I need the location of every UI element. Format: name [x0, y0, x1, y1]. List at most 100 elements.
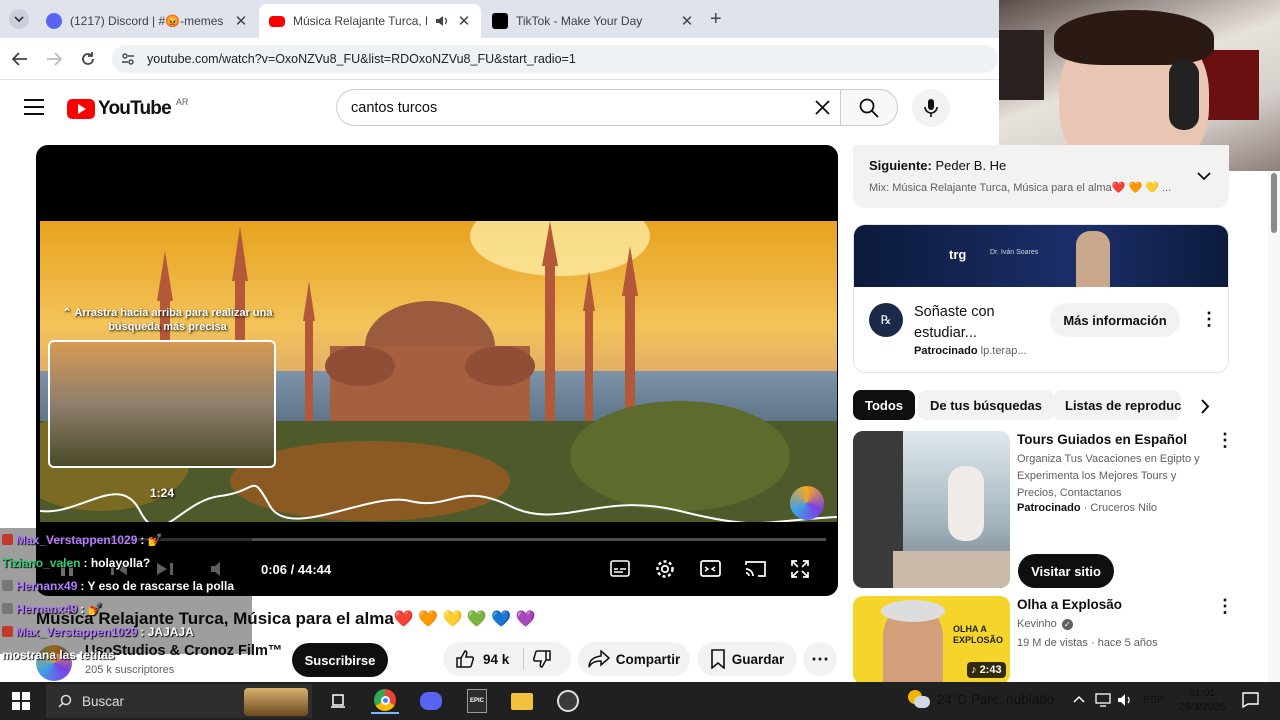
file-explorer-taskbar-icon[interactable] [508, 688, 536, 714]
chat-username: Hernanx49 [16, 601, 78, 616]
fullscreen-icon[interactable] [791, 560, 809, 578]
chrome-taskbar-icon[interactable] [371, 688, 399, 714]
forward-arrow-icon[interactable] [46, 52, 62, 66]
share-button[interactable]: Compartir [578, 642, 690, 676]
search-input[interactable]: cantos turcos [336, 89, 841, 126]
visit-site-button[interactable]: Visitar sitio [1018, 554, 1114, 588]
advertiser-logo-icon[interactable]: ℞ [869, 303, 903, 337]
mix-title: Mix: Música Relajante Turca, Música para… [869, 182, 1172, 194]
task-view-icon[interactable] [324, 688, 352, 714]
ad-card[interactable]: trg Dr. Iván Soares ℞ Soñaste con estudi… [853, 224, 1229, 373]
subscribe-button[interactable]: Suscribirse [292, 643, 388, 677]
video-thumbnail[interactable]: OLHA A EXPLOSÃO ♪ 2:43 [853, 596, 1010, 684]
rec-channel-name: Kevinho [1017, 618, 1057, 630]
close-tab-icon[interactable]: ✕ [680, 12, 694, 30]
ad-title[interactable]: Soñaste con estudiar... [914, 302, 1034, 344]
reload-icon[interactable] [80, 51, 96, 67]
taskbar-search[interactable]: Buscar [46, 684, 312, 718]
scrollbar-thumb[interactable] [1271, 173, 1277, 233]
chat-username: Tiziano_valen [2, 555, 81, 570]
search-icon [58, 694, 72, 708]
next-label: Siguiente: [869, 158, 932, 173]
weather-cloud-icon[interactable] [908, 690, 930, 710]
tab-tiktok[interactable]: TikTok - Make Your Day ✕ [482, 4, 704, 38]
rec-title[interactable]: Tours Guiados en Español [1017, 432, 1187, 447]
chip-all[interactable]: Todos [853, 390, 916, 420]
discord-taskbar-icon[interactable] [417, 688, 445, 714]
cast-icon[interactable] [745, 560, 766, 577]
like-count[interactable]: 94 k [483, 652, 509, 667]
ad-domain: lp.terap... [980, 345, 1027, 357]
clock[interactable]: 01:01 29/3/2026 [1174, 686, 1230, 714]
weather-text[interactable]: 24°C Parc. nublado [937, 692, 1054, 707]
close-tab-icon[interactable]: ✕ [234, 12, 248, 30]
back-arrow-icon[interactable] [12, 52, 28, 66]
thumbs-up-icon[interactable] [455, 649, 475, 669]
settings-gear-icon[interactable] [655, 559, 675, 579]
duration-badge: ♪ 2:43 [967, 662, 1006, 678]
time-display: 0:06 / 44:44 [261, 562, 332, 577]
epic-games-taskbar-icon[interactable]: EPIC [463, 688, 491, 714]
youtube-play-logo-icon [67, 99, 95, 119]
person-figure [948, 466, 984, 541]
rec-menu-icon[interactable]: ⋮ [1216, 430, 1234, 451]
chat-username: Hernanx49 [16, 578, 78, 593]
speaker-figure [1076, 231, 1110, 287]
more-actions-icon[interactable]: ⋯ [803, 642, 837, 676]
site-settings-icon[interactable] [121, 52, 135, 66]
clear-search-icon[interactable] [815, 100, 830, 115]
ad-thumbnail[interactable] [853, 431, 1010, 588]
tab-youtube[interactable]: Música Relajante Turca, Mú ✕ [259, 4, 481, 38]
volume-icon[interactable] [1117, 693, 1133, 707]
chat-username: Max_Verstappen1029 [16, 532, 138, 547]
chevron-right-icon[interactable] [1200, 399, 1210, 414]
language-indicator[interactable]: ESP [1143, 694, 1164, 706]
chevron-down-icon [14, 16, 24, 23]
subtitles-icon[interactable] [610, 560, 630, 577]
close-tab-icon[interactable]: ✕ [457, 12, 471, 30]
new-tab-icon[interactable]: + [710, 8, 722, 31]
save-button[interactable]: Guardar [697, 642, 797, 676]
thumbs-down-icon[interactable] [532, 649, 552, 669]
channel-watermark-icon[interactable] [790, 486, 824, 520]
more-info-button[interactable]: Más información [1050, 303, 1180, 337]
rec-channel[interactable]: Kevinho ✓ [1017, 618, 1073, 630]
rec-title[interactable]: Olha a Explosão [1017, 597, 1122, 612]
discord-favicon-icon [46, 13, 62, 29]
advertiser-name: Cruceros Nilo [1090, 502, 1158, 514]
chat-text: : 💅 [80, 601, 103, 616]
share-label: Compartir [615, 651, 681, 667]
save-label: Guardar [731, 651, 785, 667]
obs-taskbar-icon[interactable] [554, 688, 582, 714]
chat-message: Tiziano_valen: holayolla? [0, 551, 252, 574]
menu-hamburger-icon[interactable] [24, 99, 44, 115]
chevron-up-icon[interactable] [1073, 695, 1085, 703]
sponsored-label: Patrocinado [914, 345, 978, 357]
duration-text: 2:43 [979, 664, 1002, 676]
chevron-down-icon[interactable] [1197, 172, 1211, 181]
chip-playlists[interactable]: Listas de reproducc [1053, 390, 1181, 420]
windows-start-icon[interactable] [12, 692, 30, 710]
rec-menu-icon[interactable]: ⋮ [1216, 596, 1234, 617]
seek-preview-thumbnail [48, 340, 276, 468]
youtube-favicon-icon [269, 15, 285, 27]
address-bar[interactable]: youtube.com/watch?v=OxoNZVu8_FU&list=RDO… [112, 45, 998, 73]
search-placeholder: Buscar [82, 693, 125, 709]
chip-from-searches[interactable]: De tus búsquedas [918, 390, 1054, 420]
notifications-icon[interactable] [1242, 692, 1259, 708]
ad-banner[interactable]: trg Dr. Iván Soares [854, 225, 1228, 287]
network-icon[interactable] [1095, 693, 1111, 707]
page-scrollbar[interactable] [1268, 171, 1280, 682]
miniplayer-icon[interactable] [700, 560, 721, 577]
tab-search-button[interactable] [9, 9, 29, 29]
url-text[interactable]: youtube.com/watch?v=OxoNZVu8_FU&list=RDO… [147, 52, 576, 66]
playlist-next-panel[interactable]: Siguiente: Peder B. He Mix: Música Relaj… [853, 145, 1229, 208]
voice-search-button[interactable] [912, 89, 950, 127]
tab-discord[interactable]: (1217) Discord | #😡-memes | I ✕ [36, 4, 258, 38]
youtube-logo[interactable]: YouTube AR [67, 97, 188, 120]
search-button[interactable] [840, 89, 898, 126]
speaker-icon[interactable] [435, 15, 449, 27]
chat-message: mostrana las tetitas [0, 643, 252, 666]
search-value[interactable]: cantos turcos [351, 100, 437, 116]
ad-menu-icon[interactable]: ⋮ [1200, 305, 1218, 333]
